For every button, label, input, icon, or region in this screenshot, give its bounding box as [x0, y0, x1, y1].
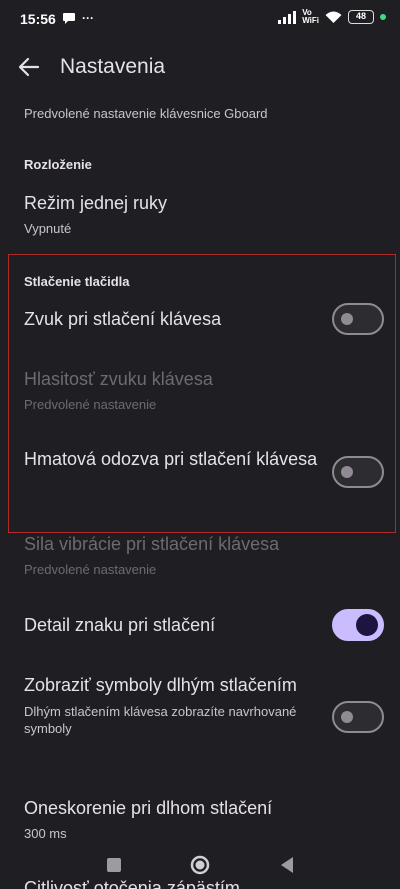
setting-title: Detail znaku pri stlačení: [24, 615, 216, 635]
setting-title: Zobraziť symboly dlhým stlačením: [24, 675, 297, 695]
section-header-keypress: Stlačenie tlačidla: [24, 274, 130, 289]
page-title: Nastavenia: [60, 55, 166, 78]
status-bar: 15:56 ··· Vo WiFi 48: [0, 0, 400, 40]
setting-subtitle: Vypnuté: [24, 221, 72, 236]
privacy-indicator-dot: [380, 14, 386, 20]
battery-icon: 48: [348, 10, 374, 24]
toggle-knob: [341, 711, 353, 723]
message-icon: [63, 13, 75, 24]
setting-key-sound[interactable]: Zvuk pri stlačení klávesa: [24, 307, 320, 332]
system-nav-bar: [0, 839, 400, 889]
gboard-default-setting-text[interactable]: Predvolené nastavenie klávesnice Gboard: [24, 106, 384, 121]
toggle-knob: [356, 614, 378, 636]
key-sound-toggle[interactable]: [332, 303, 384, 335]
setting-title: Oneskorenie pri dlhom stlačení: [24, 798, 273, 818]
vowifi-icon: Vo WiFi: [302, 8, 319, 25]
status-time: 15:56: [20, 11, 56, 27]
home-icon[interactable]: [188, 853, 212, 877]
setting-popup-on-keypress[interactable]: Detail znaku pri stlačení: [24, 613, 320, 638]
setting-title: Režim jednej ruky: [24, 193, 168, 213]
back-triangle-icon[interactable]: [275, 853, 299, 877]
setting-subtitle: Dlhým stlačením klávesa zobrazíte navrho…: [24, 704, 297, 736]
setting-haptic-feedback[interactable]: Hmatová odozva pri stlačení klávesa: [24, 447, 320, 472]
setting-one-hand-mode[interactable]: Režim jednej ruky Vypnuté: [24, 191, 384, 236]
section-header-layout: Rozloženie: [24, 157, 92, 172]
wifi-icon: [325, 11, 342, 23]
toggle-knob: [341, 466, 353, 478]
setting-subtitle: Predvolené nastavenie: [24, 397, 157, 412]
more-notifications-icon: ···: [82, 11, 94, 25]
popup-on-keypress-toggle[interactable]: [332, 609, 384, 641]
haptic-feedback-toggle[interactable]: [332, 456, 384, 488]
toggle-knob: [341, 313, 353, 325]
recents-icon[interactable]: [102, 853, 126, 877]
setting-title: Hmatová odozva pri stlačení klávesa: [24, 449, 318, 469]
signal-icon: [278, 10, 297, 24]
back-arrow-icon[interactable]: [16, 54, 42, 80]
setting-vibration-strength: Sila vibrácie pri stlačení klávesa Predv…: [24, 532, 384, 577]
setting-title: Sila vibrácie pri stlačení klávesa: [24, 534, 280, 554]
setting-title: Hlasitosť zvuku klávesa: [24, 369, 213, 389]
app-bar: Nastavenia: [0, 44, 400, 90]
setting-longpress-symbols[interactable]: Zobraziť symboly dlhým stlačením Dlhým s…: [24, 673, 320, 737]
longpress-symbols-toggle[interactable]: [332, 701, 384, 733]
setting-title: Zvuk pri stlačení klávesa: [24, 309, 222, 329]
setting-longpress-delay[interactable]: Oneskorenie pri dlhom stlačení 300 ms: [24, 796, 384, 841]
setting-subtitle: Predvolené nastavenie: [24, 562, 157, 577]
setting-key-volume: Hlasitosť zvuku klávesa Predvolené nasta…: [24, 367, 384, 412]
